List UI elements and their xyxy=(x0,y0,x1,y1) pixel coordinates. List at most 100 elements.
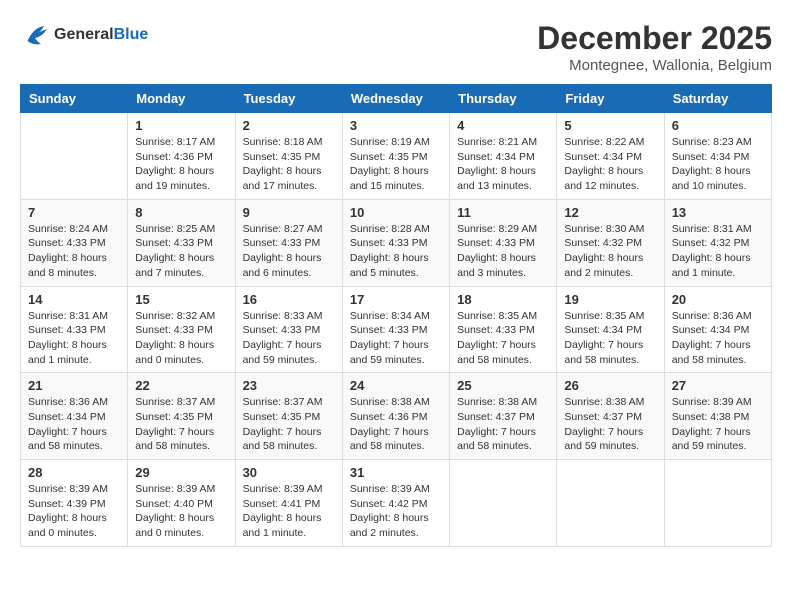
day-info: Sunrise: 8:38 AMSunset: 4:37 PMDaylight:… xyxy=(564,395,656,454)
day-info: Sunrise: 8:35 AMSunset: 4:33 PMDaylight:… xyxy=(457,309,549,368)
day-number: 20 xyxy=(672,292,764,307)
calendar-cell: 1 Sunrise: 8:17 AMSunset: 4:36 PMDaylight… xyxy=(128,113,235,200)
day-info: Sunrise: 8:39 AMSunset: 4:40 PMDaylight:… xyxy=(135,482,227,541)
calendar-cell: 16 Sunrise: 8:33 AMSunset: 4:33 PMDayligh… xyxy=(235,286,342,373)
day-info: Sunrise: 8:23 AMSunset: 4:34 PMDaylight:… xyxy=(672,135,764,194)
calendar-day-header: Thursday xyxy=(450,85,557,113)
day-info: Sunrise: 8:39 AMSunset: 4:41 PMDaylight:… xyxy=(243,482,335,541)
day-info: Sunrise: 8:36 AMSunset: 4:34 PMDaylight:… xyxy=(28,395,120,454)
calendar-cell: 17Sunrise: 8:34 AMSunset: 4:33 PMDayligh… xyxy=(342,286,449,373)
day-number: 1 xyxy=(135,118,227,133)
calendar-cell: 19 Sunrise: 8:35 AMSunset: 4:34 PMDayligh… xyxy=(557,286,664,373)
calendar-cell xyxy=(557,460,664,547)
calendar-week-row: 28Sunrise: 8:39 AMSunset: 4:39 PMDayligh… xyxy=(21,460,772,547)
calendar-cell: 20 Sunrise: 8:36 AMSunset: 4:34 PMDayligh… xyxy=(664,286,771,373)
calendar-cell: 6 Sunrise: 8:23 AMSunset: 4:34 PMDaylight… xyxy=(664,113,771,200)
day-number: 14 xyxy=(28,292,120,307)
day-number: 18 xyxy=(457,292,549,307)
calendar-cell: 9 Sunrise: 8:27 AMSunset: 4:33 PMDaylight… xyxy=(235,199,342,286)
calendar-cell: 15 Sunrise: 8:32 AMSunset: 4:33 PMDayligh… xyxy=(128,286,235,373)
day-info: Sunrise: 8:33 AMSunset: 4:33 PMDaylight:… xyxy=(243,309,335,368)
day-info: Sunrise: 8:39 AMSunset: 4:39 PMDaylight:… xyxy=(28,482,120,541)
day-number: 8 xyxy=(135,205,227,220)
calendar-cell: 24Sunrise: 8:38 AMSunset: 4:36 PMDayligh… xyxy=(342,373,449,460)
day-number: 25 xyxy=(457,378,549,393)
calendar-day-header: Wednesday xyxy=(342,85,449,113)
day-number: 31 xyxy=(350,465,442,480)
day-number: 10 xyxy=(350,205,442,220)
calendar-cell: 13 Sunrise: 8:31 AMSunset: 4:32 PMDayligh… xyxy=(664,199,771,286)
day-number: 24 xyxy=(350,378,442,393)
day-info: Sunrise: 8:39 AMSunset: 4:38 PMDaylight:… xyxy=(672,395,764,454)
calendar-day-header: Monday xyxy=(128,85,235,113)
calendar-cell: 14 Sunrise: 8:31 AMSunset: 4:33 PMDayligh… xyxy=(21,286,128,373)
calendar-cell: 8 Sunrise: 8:25 AMSunset: 4:33 PMDaylight… xyxy=(128,199,235,286)
page-header: GeneralBlue December 2025 Montegnee, Wal… xyxy=(20,20,772,74)
day-number: 19 xyxy=(564,292,656,307)
calendar-cell: 30 Sunrise: 8:39 AMSunset: 4:41 PMDayligh… xyxy=(235,460,342,547)
day-number: 30 xyxy=(243,465,335,480)
day-info: Sunrise: 8:31 AMSunset: 4:33 PMDaylight:… xyxy=(28,309,120,368)
day-info: Sunrise: 8:36 AMSunset: 4:34 PMDaylight:… xyxy=(672,309,764,368)
calendar-cell xyxy=(450,460,557,547)
day-info: Sunrise: 8:17 AMSunset: 4:36 PMDaylight:… xyxy=(135,135,227,194)
day-info: Sunrise: 8:27 AMSunset: 4:33 PMDaylight:… xyxy=(243,222,335,281)
day-info: Sunrise: 8:18 AMSunset: 4:35 PMDaylight:… xyxy=(243,135,335,194)
day-number: 16 xyxy=(243,292,335,307)
day-number: 6 xyxy=(672,118,764,133)
day-number: 3 xyxy=(350,118,442,133)
day-number: 4 xyxy=(457,118,549,133)
logo: GeneralBlue xyxy=(20,20,148,50)
calendar-day-header: Friday xyxy=(557,85,664,113)
calendar-cell: 21Sunrise: 8:36 AMSunset: 4:34 PMDayligh… xyxy=(21,373,128,460)
day-info: Sunrise: 8:37 AMSunset: 4:35 PMDaylight:… xyxy=(243,395,335,454)
day-info: Sunrise: 8:21 AMSunset: 4:34 PMDaylight:… xyxy=(457,135,549,194)
day-number: 2 xyxy=(243,118,335,133)
day-number: 11 xyxy=(457,205,549,220)
calendar-cell: 11Sunrise: 8:29 AMSunset: 4:33 PMDayligh… xyxy=(450,199,557,286)
calendar-cell: 25Sunrise: 8:38 AMSunset: 4:37 PMDayligh… xyxy=(450,373,557,460)
calendar-cell xyxy=(21,113,128,200)
calendar-cell: 23 Sunrise: 8:37 AMSunset: 4:35 PMDayligh… xyxy=(235,373,342,460)
day-info: Sunrise: 8:39 AMSunset: 4:42 PMDaylight:… xyxy=(350,482,442,541)
day-number: 17 xyxy=(350,292,442,307)
day-info: Sunrise: 8:22 AMSunset: 4:34 PMDaylight:… xyxy=(564,135,656,194)
calendar-cell: 4 Sunrise: 8:21 AMSunset: 4:34 PMDaylight… xyxy=(450,113,557,200)
day-number: 22 xyxy=(135,378,227,393)
calendar-day-header: Tuesday xyxy=(235,85,342,113)
day-number: 29 xyxy=(135,465,227,480)
calendar-cell: 26 Sunrise: 8:38 AMSunset: 4:37 PMDayligh… xyxy=(557,373,664,460)
calendar-cell: 22 Sunrise: 8:37 AMSunset: 4:35 PMDayligh… xyxy=(128,373,235,460)
calendar-cell: 27Sunrise: 8:39 AMSunset: 4:38 PMDayligh… xyxy=(664,373,771,460)
day-number: 13 xyxy=(672,205,764,220)
day-info: Sunrise: 8:28 AMSunset: 4:33 PMDaylight:… xyxy=(350,222,442,281)
calendar-cell: 3 Sunrise: 8:19 AMSunset: 4:35 PMDaylight… xyxy=(342,113,449,200)
month-title: December 2025 xyxy=(537,20,772,57)
day-info: Sunrise: 8:25 AMSunset: 4:33 PMDaylight:… xyxy=(135,222,227,281)
calendar-day-header: Saturday xyxy=(664,85,771,113)
calendar-header-row: SundayMondayTuesdayWednesdayThursdayFrid… xyxy=(21,85,772,113)
day-number: 7 xyxy=(28,205,120,220)
calendar-cell: 2 Sunrise: 8:18 AMSunset: 4:35 PMDaylight… xyxy=(235,113,342,200)
calendar-cell: 12Sunrise: 8:30 AMSunset: 4:32 PMDayligh… xyxy=(557,199,664,286)
day-info: Sunrise: 8:37 AMSunset: 4:35 PMDaylight:… xyxy=(135,395,227,454)
calendar-cell: 7Sunrise: 8:24 AMSunset: 4:33 PMDaylight… xyxy=(21,199,128,286)
calendar-cell: 31 Sunrise: 8:39 AMSunset: 4:42 PMDayligh… xyxy=(342,460,449,547)
day-number: 9 xyxy=(243,205,335,220)
day-info: Sunrise: 8:32 AMSunset: 4:33 PMDaylight:… xyxy=(135,309,227,368)
logo-text: GeneralBlue xyxy=(54,26,148,44)
calendar-week-row: 14 Sunrise: 8:31 AMSunset: 4:33 PMDayligh… xyxy=(21,286,772,373)
calendar-day-header: Sunday xyxy=(21,85,128,113)
title-area: December 2025 Montegnee, Wallonia, Belgi… xyxy=(537,20,772,74)
calendar-week-row: 7Sunrise: 8:24 AMSunset: 4:33 PMDaylight… xyxy=(21,199,772,286)
calendar-cell: 29 Sunrise: 8:39 AMSunset: 4:40 PMDayligh… xyxy=(128,460,235,547)
day-info: Sunrise: 8:35 AMSunset: 4:34 PMDaylight:… xyxy=(564,309,656,368)
day-number: 15 xyxy=(135,292,227,307)
day-info: Sunrise: 8:30 AMSunset: 4:32 PMDaylight:… xyxy=(564,222,656,281)
day-info: Sunrise: 8:31 AMSunset: 4:32 PMDaylight:… xyxy=(672,222,764,281)
calendar-cell: 28Sunrise: 8:39 AMSunset: 4:39 PMDayligh… xyxy=(21,460,128,547)
calendar-cell: 10 Sunrise: 8:28 AMSunset: 4:33 PMDayligh… xyxy=(342,199,449,286)
day-number: 26 xyxy=(564,378,656,393)
day-number: 23 xyxy=(243,378,335,393)
day-info: Sunrise: 8:19 AMSunset: 4:35 PMDaylight:… xyxy=(350,135,442,194)
